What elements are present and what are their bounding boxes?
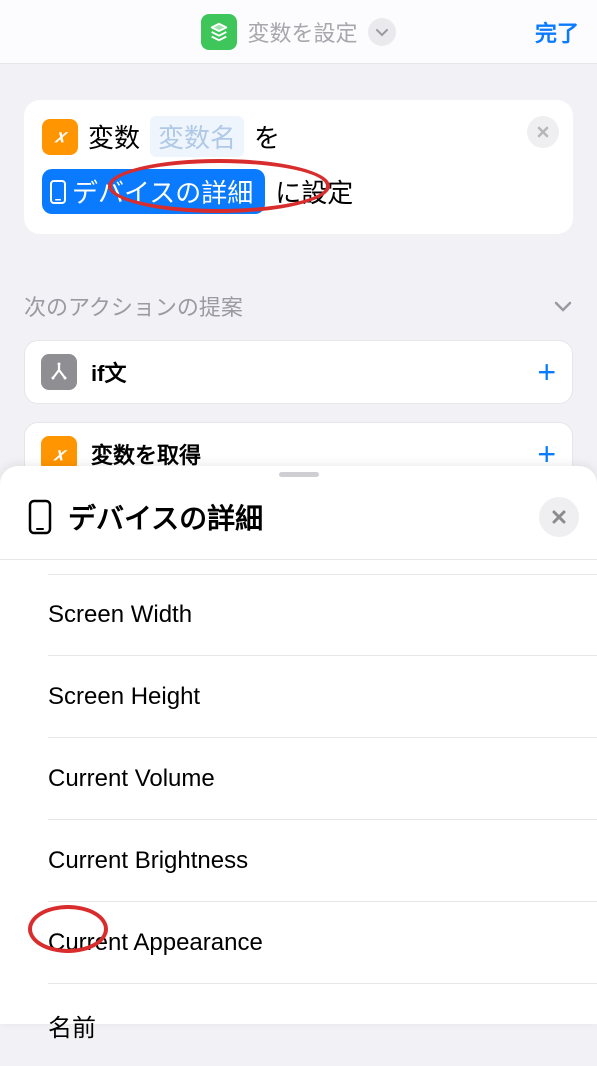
sheet-title: デバイスの詳細 [68,497,263,537]
close-sheet-button[interactable] [539,497,579,537]
delete-action-button[interactable] [527,116,559,148]
variable-name-field[interactable]: 変数名 [150,116,244,157]
token-label: デバイスの詳細 [72,173,253,210]
action-text-middle: を [254,118,280,155]
device-details-token[interactable]: デバイスの詳細 [42,169,265,214]
set-variable-action-card[interactable]: 𝑥 変数 変数名 を デバイスの詳細 に設定 [24,100,573,234]
suggestion-if[interactable]: if文 + [24,340,573,404]
branch-icon [41,354,77,390]
list-item[interactable]: Current Appearance [48,902,597,984]
suggestions-title: 次のアクションの提案 [24,290,243,322]
list-item[interactable]: Current Volume [48,738,597,820]
variable-icon: 𝑥 [42,119,78,155]
list-item[interactable]: Screen Width [48,574,597,656]
phone-icon [50,180,66,204]
phone-icon [28,499,52,535]
action-text-suffix: に設定 [275,173,353,210]
chevron-down-icon [553,296,573,316]
set-variable-app-icon [201,14,237,50]
header-title-text: 変数を設定 [247,16,357,48]
list-item[interactable]: Current Brightness [48,820,597,902]
done-button[interactable]: 完了 [535,16,579,48]
suggestion-label: if文 [91,356,126,388]
add-suggestion-button[interactable]: + [537,354,556,391]
suggestions-header[interactable]: 次のアクションの提案 [24,290,573,322]
sheet-list: Screen Width Screen Height Current Volum… [0,574,597,1066]
list-item[interactable]: 名前 [48,984,597,1066]
list-item[interactable]: Screen Height [48,656,597,738]
sheet-header: デバイスの詳細 [0,477,597,560]
chevron-down-icon[interactable] [368,18,396,46]
editor-header: 変数を設定 完了 [0,0,597,64]
variable-picker-sheet: デバイスの詳細 Screen Width Screen Height Curre… [0,466,597,1024]
header-title-group[interactable]: 変数を設定 [201,14,395,50]
action-text-prefix: 変数 [88,118,140,155]
